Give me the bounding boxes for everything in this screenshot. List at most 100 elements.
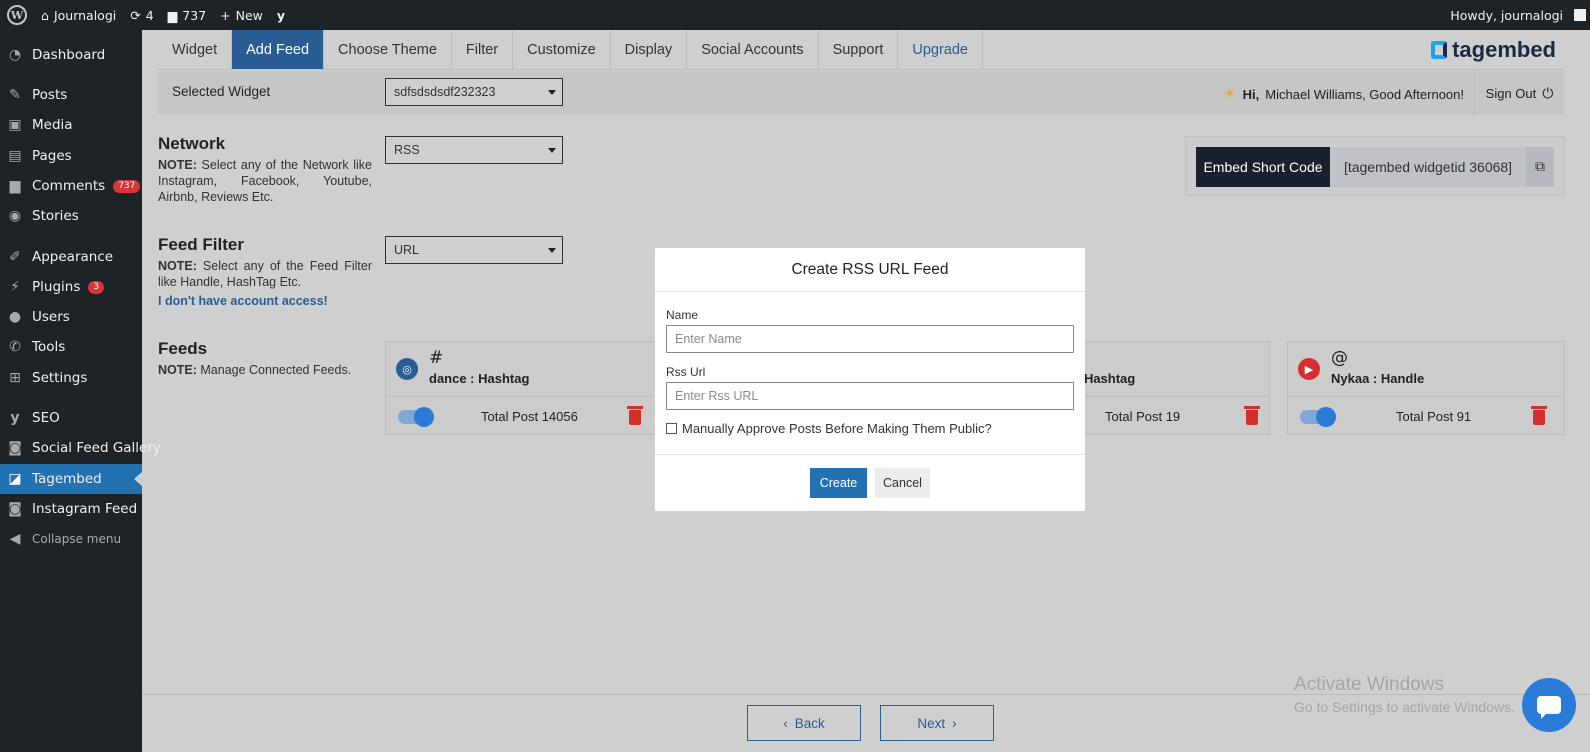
widget-bar: Selected Widget sdfsdsdsdf232323 ☀ Hi, Mic… (158, 71, 1564, 115)
sign-out-button[interactable]: Sign Out ⏻ (1474, 71, 1564, 115)
updates-link[interactable]: ⟳ 4 (123, 0, 160, 30)
trash-icon[interactable] (627, 406, 643, 425)
tab-widget[interactable]: Widget (158, 30, 233, 69)
name-input[interactable] (666, 325, 1074, 353)
collapse-menu-button[interactable]: ◀ Collapse menu (0, 524, 142, 554)
feed-filter-note: NOTE: Select any of the Feed Filter like… (158, 259, 372, 289)
admin-sidebar: ◔ Dashboard ✎ Posts ▣ Media ▤ Pages ▆ Comment… (0, 30, 161, 752)
selected-widget-label: Selected Widget (172, 84, 271, 99)
sidebar-item-instagram-feed[interactable]: ◙ Instagram Feed (0, 494, 142, 524)
feed-toggle[interactable] (1300, 407, 1336, 427)
comment-icon: ▆ (9, 178, 21, 194)
network-note: NOTE: Select any of the Network like Ins… (158, 158, 372, 204)
sidebar-item-seo[interactable]: y SEO (0, 403, 142, 433)
feed-card: ▶ @ Nykaa : Handle Total Post 91 (1287, 341, 1565, 435)
feeds-note: NOTE: Manage Connected Feeds. (158, 363, 352, 377)
tab-social-accounts[interactable]: Social Accounts (687, 30, 819, 69)
approve-posts-option[interactable]: Manually Approve Posts Before Making The… (666, 421, 992, 436)
embed-short-code-value[interactable]: [tagembed widgetid 36068] (1330, 147, 1526, 187)
tab-filter[interactable]: Filter (452, 30, 514, 69)
chevron-right-icon: › (952, 715, 957, 731)
sidebar-item-users[interactable]: ● Users (0, 302, 142, 332)
sidebar-item-tagembed[interactable]: ◪ Tagembed (0, 464, 142, 494)
sidebar-item-pages[interactable]: ▤ Pages (0, 141, 142, 171)
modal-title: Create RSS URL Feed (655, 248, 1085, 292)
rss-url-input[interactable] (666, 382, 1074, 410)
create-rss-feed-modal: Create RSS URL Feed Name Rss Url Manuall… (655, 248, 1085, 511)
back-button[interactable]: ‹ Back (747, 705, 861, 741)
chat-button[interactable] (1522, 678, 1576, 732)
chevron-left-icon: ‹ (783, 715, 788, 731)
trash-icon[interactable] (1531, 406, 1547, 425)
tab-customize[interactable]: Customize (513, 30, 611, 69)
youtube-icon: ▶ (1298, 358, 1320, 380)
stories-icon: ◉ (8, 208, 22, 224)
camera-icon: ◙ (8, 501, 22, 517)
sidebar-item-tools[interactable]: ✆ Tools (0, 332, 142, 362)
divider (1288, 396, 1564, 397)
network-select[interactable]: RSS (385, 136, 563, 164)
power-icon: ⏻ (1542, 84, 1554, 101)
tab-upgrade[interactable]: Upgrade (898, 30, 983, 69)
feeds-title: Feeds (158, 339, 208, 358)
tab-choose-theme[interactable]: Choose Theme (324, 30, 452, 69)
sidebar-item-dashboard[interactable]: ◔ Dashboard (0, 40, 142, 70)
cancel-button[interactable]: Cancel (875, 468, 930, 498)
widget-select[interactable]: sdfsdsdsdf232323 (385, 78, 563, 106)
account-menu[interactable]: Howdy, journalogi (1443, 0, 1590, 30)
yoast-icon: y (10, 410, 20, 426)
feed-filter-select[interactable]: URL (385, 236, 563, 264)
tab-display[interactable]: Display (611, 30, 688, 69)
sidebar-item-plugins[interactable]: ⚡ Plugins 3 (0, 272, 142, 302)
sidebar-item-comments[interactable]: ▆ Comments 737 (0, 171, 142, 201)
feed-card-name: Nykaa : Handle (1331, 371, 1425, 386)
site-name-link[interactable]: ⌂ Journalogi (34, 0, 123, 30)
wrench-icon: ✆ (9, 339, 21, 355)
new-content-link[interactable]: + New (213, 0, 270, 30)
yoast-seo-link[interactable]: y (270, 0, 292, 30)
avatar (1574, 9, 1586, 21)
feed-toggle[interactable] (398, 407, 434, 427)
brush-icon: ✐ (9, 249, 21, 265)
create-button[interactable]: Create (810, 468, 867, 498)
network-title: Network (158, 134, 226, 153)
comments-link[interactable]: ▆ 737 (161, 0, 213, 30)
feed-card: ◎ # dance : Hashtag Total Post 14056 (385, 341, 663, 435)
embed-short-code-label: Embed Short Code (1196, 147, 1330, 187)
sidebar-item-appearance[interactable]: ✐ Appearance (0, 242, 142, 272)
next-button[interactable]: Next › (880, 705, 994, 741)
camera-icon: ◙ (8, 440, 22, 456)
instagram-icon: ◎ (396, 358, 418, 380)
tab-add-feed[interactable]: Add Feed (232, 30, 325, 69)
comments-count-badge: 737 (113, 179, 141, 193)
settings-icon: ⊞ (9, 370, 21, 386)
copy-icon[interactable]: ⧉ (1526, 147, 1554, 187)
chat-icon (1537, 696, 1561, 719)
no-account-access-link[interactable]: I don't have account access! (158, 294, 328, 308)
sidebar-item-settings[interactable]: ⊞ Settings (0, 363, 142, 393)
caret-down-icon (548, 248, 556, 253)
plug-icon: ⚡ (10, 279, 20, 295)
pin-icon: ✎ (9, 87, 21, 103)
tagembed-logo-icon (1431, 41, 1448, 59)
wordpress-logo-button[interactable]: W (0, 0, 34, 30)
dashboard-icon: ◔ (8, 47, 22, 63)
caret-down-icon (548, 90, 556, 95)
divider (386, 396, 662, 397)
trash-icon[interactable] (1244, 406, 1260, 425)
sidebar-item-media[interactable]: ▣ Media (0, 110, 142, 140)
feed-card-name: dance : Hashtag (429, 371, 530, 386)
feed-card-symbol: # (429, 348, 444, 368)
sidebar-item-posts[interactable]: ✎ Posts (0, 80, 142, 110)
tagembed-logo: tagembed (1431, 37, 1556, 63)
sidebar-item-stories[interactable]: ◉ Stories (0, 201, 142, 231)
approve-posts-checkbox[interactable] (666, 423, 677, 434)
embed-short-code-box: Embed Short Code [tagembed widgetid 3606… (1185, 136, 1565, 196)
yoast-icon: y (276, 7, 286, 23)
modal-footer-divider (655, 454, 1085, 455)
sidebar-item-social-feed-gallery[interactable]: ◙ Social Feed Gallery (0, 433, 161, 463)
activate-windows-watermark: Activate Windows Go to Settings to activ… (1294, 674, 1515, 715)
tagembed-icon: ◪ (8, 471, 22, 487)
feed-card-total: Total Post 91 (1396, 409, 1472, 424)
tab-support[interactable]: Support (819, 30, 899, 69)
